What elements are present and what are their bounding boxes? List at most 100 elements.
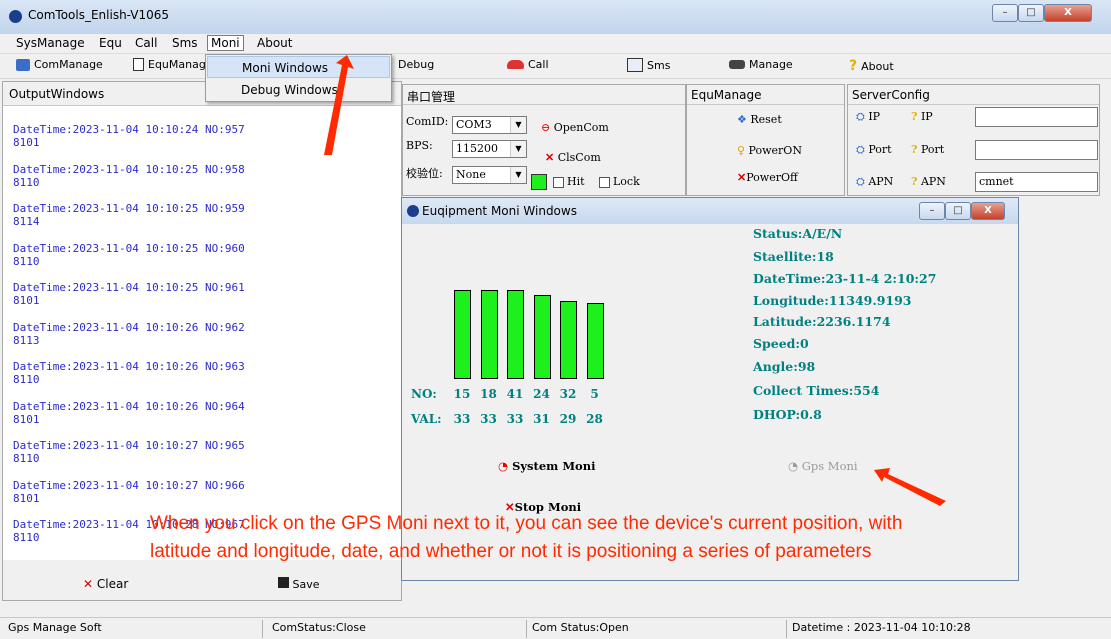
reset-button[interactable]: ❖ Reset bbox=[737, 113, 782, 126]
system-moni-button[interactable]: ◔ System Moni bbox=[498, 459, 595, 473]
device-icon bbox=[133, 58, 144, 71]
status-indicator bbox=[531, 174, 547, 190]
port-button[interactable]: ⛭ Port bbox=[856, 143, 892, 157]
clock-icon: ◔ bbox=[498, 459, 509, 473]
clear-button[interactable]: ✕ Clear bbox=[83, 577, 128, 591]
question-icon: ? bbox=[911, 143, 918, 156]
tb-about-button[interactable]: ? About bbox=[849, 58, 894, 74]
menu-about[interactable]: About bbox=[257, 36, 292, 50]
satellite-chart bbox=[402, 198, 742, 387]
window-title: ComTools_Enlish-V1065 bbox=[28, 8, 170, 22]
no-row: 15 18 41 24 32 5 bbox=[402, 387, 742, 403]
menu-call[interactable]: Call bbox=[135, 36, 157, 50]
menu-bar: SysManage Equ Call Sms Moni About bbox=[0, 34, 1111, 54]
log-datetime: DateTime:2023-11-04 10:10:25 NO:961 bbox=[13, 281, 245, 294]
menu-item-moni-windows[interactable]: Moni Windows bbox=[207, 56, 390, 78]
log-datetime: DateTime:2023-11-04 10:10:25 NO:958 bbox=[13, 162, 245, 176]
bps-label: BPS: bbox=[406, 139, 433, 152]
moni-close-button[interactable]: X bbox=[971, 202, 1005, 220]
satellite-no: 15 bbox=[453, 387, 471, 401]
tb-equmanage-button[interactable]: EquManag bbox=[133, 58, 206, 71]
output-log[interactable]: DateTime:2023-11-04 10:10:24 NO:957 8101 … bbox=[3, 107, 401, 553]
question-icon: ? bbox=[911, 175, 918, 188]
menu-sms[interactable]: Sms bbox=[172, 36, 198, 50]
tb-manage-button[interactable]: Manage bbox=[729, 58, 793, 71]
satellite-val: 28 bbox=[586, 412, 603, 426]
equ-panel: EquManage ❖ Reset ♀ PowerON ✕PowerOff bbox=[686, 84, 845, 196]
server-panel: ServerConfig ⛭ IP ? IP ⛭ Port ? Port ⛭ A… bbox=[847, 84, 1100, 196]
satellite-no: 41 bbox=[506, 387, 524, 401]
collect-times-line: Collect Times:554 bbox=[753, 383, 880, 398]
ip-input[interactable] bbox=[975, 107, 1098, 127]
close-com-button[interactable]: ✕ ClsCom bbox=[545, 151, 601, 164]
tb-debug-button[interactable]: Debug bbox=[398, 58, 434, 71]
hit-checkbox[interactable]: Hit bbox=[553, 175, 585, 188]
poweron-button[interactable]: ♀ PowerON bbox=[737, 144, 802, 157]
annotation-arrow-menu bbox=[324, 55, 354, 155]
satellite-bar bbox=[454, 289, 471, 379]
x-icon: ✕ bbox=[737, 171, 747, 184]
menu-moni[interactable]: Moni bbox=[207, 35, 244, 51]
apn-label-text: APN bbox=[920, 175, 946, 188]
system-moni-label: System Moni bbox=[512, 459, 596, 473]
save-button[interactable]: Save bbox=[278, 577, 320, 591]
tb-equmanage-label: EquManag bbox=[148, 58, 206, 71]
gps-moni-button[interactable]: ◔ Gps Moni bbox=[788, 459, 858, 473]
clear-label: Clear bbox=[96, 577, 129, 591]
open-com-button[interactable]: ⊖ OpenCom bbox=[541, 121, 609, 134]
port-input[interactable] bbox=[975, 140, 1098, 160]
moni-minimize-button[interactable]: – bbox=[919, 202, 945, 220]
moni-dropdown: Moni Windows Debug Windows bbox=[205, 54, 392, 102]
close-button[interactable]: X bbox=[1044, 4, 1092, 22]
apn-input[interactable]: cmnet bbox=[975, 172, 1098, 192]
log-entry: DateTime:2023-11-04 10:10:25 NO:959 8114 bbox=[13, 202, 401, 242]
bps-select[interactable]: 115200 ▼ bbox=[452, 140, 527, 158]
satellite-no: 32 bbox=[559, 387, 577, 401]
menu-sysmanage[interactable]: SysManage bbox=[16, 36, 85, 50]
ip-label: ? IP bbox=[911, 110, 933, 123]
poweroff-button[interactable]: ✕PowerOff bbox=[737, 171, 798, 184]
status-com1: ComStatus:Close bbox=[272, 621, 366, 634]
satellite-val: 33 bbox=[453, 412, 471, 426]
bps-value: 115200 bbox=[456, 142, 498, 155]
reset-icon: ❖ bbox=[737, 113, 747, 126]
angle-line: Angle:98 bbox=[753, 359, 816, 374]
tb-sms-button[interactable]: Sms bbox=[627, 58, 670, 72]
comid-select[interactable]: COM3 ▼ bbox=[452, 116, 527, 134]
log-datetime: DateTime:2023-11-04 10:10:27 NO:965 bbox=[13, 439, 245, 452]
annotation-text: When you click on the GPS Moni next to i… bbox=[150, 513, 903, 562]
apn-button[interactable]: ⛭ APN bbox=[856, 175, 893, 189]
satellite-bar bbox=[586, 303, 604, 379]
sms-icon bbox=[627, 58, 643, 72]
status-divider bbox=[262, 620, 263, 638]
ip-button[interactable]: ⛭ IP bbox=[856, 110, 880, 124]
people-icon: ⛭ bbox=[856, 143, 865, 156]
log-value: 8110 bbox=[13, 373, 40, 386]
menu-item-debug-windows[interactable]: Debug Windows bbox=[207, 79, 390, 101]
menu-equ[interactable]: Equ bbox=[99, 36, 122, 50]
minimize-button[interactable]: – bbox=[992, 4, 1018, 22]
satellite-val: 33 bbox=[506, 412, 524, 426]
tb-commanage-button[interactable]: ComManage bbox=[16, 58, 103, 71]
lock-checkbox[interactable]: Lock bbox=[599, 175, 640, 188]
parity-select[interactable]: None ▼ bbox=[452, 166, 527, 184]
serial-panel: 串口管理 ComID: COM3 ▼ BPS: 115200 ▼ 校验位: None… bbox=[402, 84, 686, 196]
power-icon: ⊖ bbox=[541, 121, 551, 134]
people-icon: ⛭ bbox=[856, 175, 865, 188]
tb-call-button[interactable]: Call bbox=[507, 58, 549, 71]
close-com-label: ClsCom bbox=[557, 151, 601, 164]
lock-label: Lock bbox=[613, 175, 640, 188]
port-button-label: Port bbox=[868, 143, 892, 156]
moni-maximize-button[interactable]: □ bbox=[945, 202, 971, 220]
maximize-button[interactable]: □ bbox=[1018, 4, 1044, 22]
satellite-count: Staellite:18 bbox=[753, 249, 834, 264]
x-icon: ✕ bbox=[545, 151, 555, 164]
apn-label: ? APN bbox=[911, 175, 946, 188]
longitude-line: Longitude:11349.9193 bbox=[753, 293, 912, 308]
log-entry: DateTime:2023-11-04 10:10:25 NO:961 8101 bbox=[13, 281, 401, 321]
datetime-line: DateTime:23-11-4 2:10:27 bbox=[753, 271, 937, 286]
speed-line: Speed:0 bbox=[753, 336, 809, 351]
question-icon: ? bbox=[911, 110, 918, 123]
satellite-no: 24 bbox=[533, 387, 550, 401]
satellite-bar bbox=[560, 300, 577, 379]
